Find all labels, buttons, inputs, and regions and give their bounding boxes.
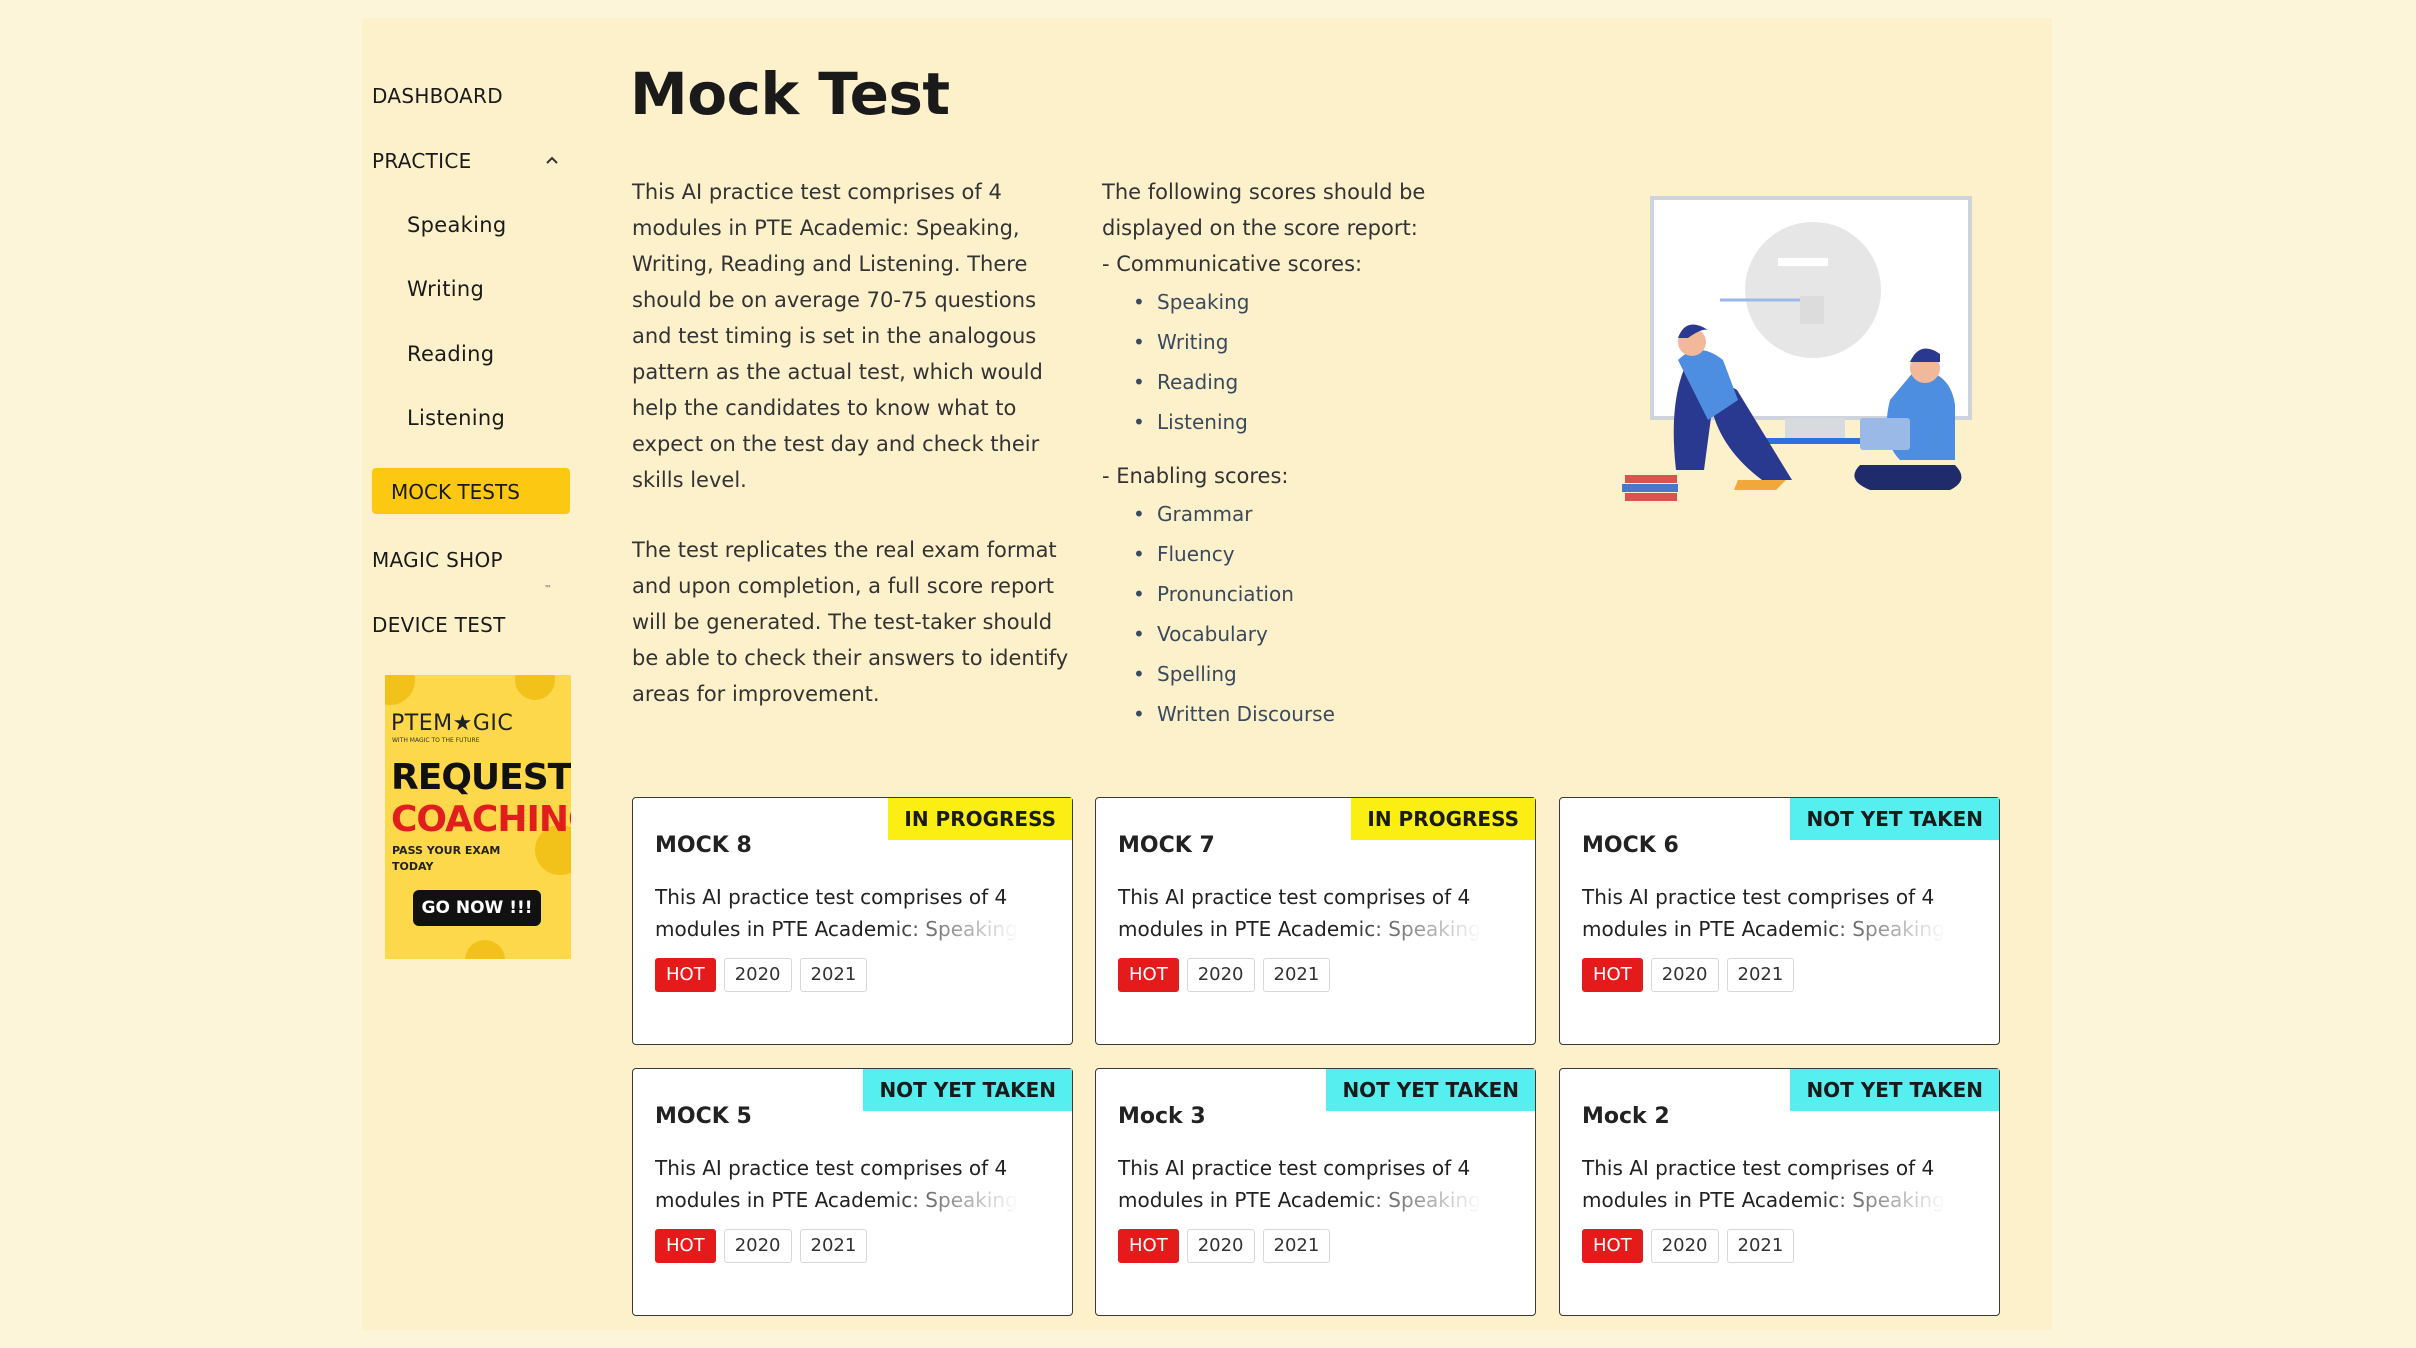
card-title[interactable]: MOCK 6 [1582,833,1679,858]
tag-hot: HOT [1118,958,1179,992]
card-title[interactable]: Mock 2 [1582,1104,1670,1129]
ad-headline-1: REQUEST [391,757,571,798]
intro-paragraph: This AI practice test comprises of 4 mod… [632,180,1043,492]
tag-year: 2021 [1262,958,1331,992]
mock-card[interactable]: IN PROGRESS MOCK 7 This AI practice test… [1095,797,1536,1045]
ad-logo: PTEM★GIC [391,711,514,736]
status-badge: NOT YET TAKEN [1790,1069,1999,1111]
tag-year: 2021 [799,958,868,992]
tag-list: HOT 2020 2021 [655,1229,875,1263]
mock-card[interactable]: NOT YET TAKEN Mock 2 This AI practice te… [1559,1068,2000,1316]
tag-year: 2020 [1650,1229,1719,1263]
tag-list: HOT 2020 2021 [1118,1229,1338,1263]
tag-hot: HOT [1582,1229,1643,1263]
ad-headline-2: COACHING [391,799,571,840]
star-icon: ★ [452,711,473,736]
coaching-ad-banner[interactable]: PTEM★GIC WITH MAGIC TO THE FUTURE REQUES… [385,675,571,959]
tag-hot: HOT [655,958,716,992]
tag-year: 2021 [1726,1229,1795,1263]
tag-list: HOT 2020 2021 [1582,958,1802,992]
nav-practice-speaking[interactable]: Speaking [407,213,506,237]
communicative-list: Speaking Writing Reading Listening [1102,282,1522,442]
trademark-mark: ™ [544,584,552,593]
scores-intro: The following scores should be displayed… [1102,180,1426,240]
text-fade [1346,913,1496,947]
text-fade [1346,1184,1496,1218]
text-fade [1810,1184,1960,1218]
status-badge: NOT YET TAKEN [863,1069,1072,1111]
tag-list: HOT 2020 2021 [655,958,875,992]
list-item: Fluency [1133,534,1522,574]
mock-card[interactable]: NOT YET TAKEN Mock 3 This AI practice te… [1095,1068,1536,1316]
nav-mock-tests[interactable]: MOCK TESTS [372,468,570,514]
text-fade [883,1184,1033,1218]
mock-card[interactable]: IN PROGRESS MOCK 8 This AI practice test… [632,797,1073,1045]
nav-practice-reading[interactable]: Reading [407,342,494,366]
ad-decor-dot [385,675,415,705]
tag-hot: HOT [1582,958,1643,992]
status-badge: NOT YET TAKEN [1790,798,1999,840]
scores-section: The following scores should be displayed… [1102,174,1522,734]
mock-card[interactable]: NOT YET TAKEN MOCK 5 This AI practice te… [632,1068,1073,1316]
tag-list: HOT 2020 2021 [1582,1229,1802,1263]
tag-year: 2020 [723,958,792,992]
status-badge: IN PROGRESS [1351,798,1535,840]
ad-tagline: WITH MAGIC TO THE FUTURE [392,737,480,744]
nav-practice-listening[interactable]: Listening [407,406,505,430]
list-item: Pronunciation [1133,574,1522,614]
card-title[interactable]: MOCK 7 [1118,833,1215,858]
status-badge: NOT YET TAKEN [1326,1069,1535,1111]
card-title[interactable]: MOCK 5 [655,1104,752,1129]
chevron-up-icon[interactable] [544,152,560,168]
study-illustration [1622,196,1972,501]
list-item: Speaking [1133,282,1522,322]
list-item: Spelling [1133,654,1522,694]
card-title[interactable]: MOCK 8 [655,833,752,858]
text-fade [1810,913,1960,947]
tag-year: 2020 [1186,958,1255,992]
enabling-list: Grammar Fluency Pronunciation Vocabulary… [1102,494,1522,734]
card-title[interactable]: Mock 3 [1118,1104,1206,1129]
tag-year: 2021 [799,1229,868,1263]
tag-year: 2020 [723,1229,792,1263]
list-item: Reading [1133,362,1522,402]
list-item: Vocabulary [1133,614,1522,654]
ad-decor-dot [515,675,555,700]
list-item: Writing [1133,322,1522,362]
status-badge: IN PROGRESS [888,798,1072,840]
nav-magic-shop[interactable]: MAGIC SHOP [372,548,503,572]
tag-year: 2021 [1262,1229,1331,1263]
tag-year: 2021 [1726,958,1795,992]
nav-practice-writing[interactable]: Writing [407,277,484,301]
tag-year: 2020 [1186,1229,1255,1263]
tag-year: 2020 [1650,958,1719,992]
nav-dashboard[interactable]: DASHBOARD [372,84,503,108]
list-item: Grammar [1133,494,1522,534]
report-paragraph: The test replicates the real exam format… [632,538,1069,706]
nav-device-test[interactable]: DEVICE TEST [372,613,506,637]
tag-list: HOT 2020 2021 [1118,958,1338,992]
ad-decor-dot [465,940,505,959]
list-item: Listening [1133,402,1522,442]
list-item: Written Discourse [1133,694,1522,734]
mock-card[interactable]: NOT YET TAKEN MOCK 6 This AI practice te… [1559,797,2000,1045]
communicative-heading: - Communicative scores: [1102,252,1363,276]
ad-subline: PASS YOUR EXAM TODAY [392,844,501,873]
enabling-heading: - Enabling scores: [1102,464,1289,488]
tag-hot: HOT [655,1229,716,1263]
text-fade [883,913,1033,947]
tag-hot: HOT [1118,1229,1179,1263]
page-title: Mock Test [630,60,950,128]
nav-practice[interactable]: PRACTICE [372,149,472,173]
ad-go-button[interactable]: GO NOW !!! [413,890,541,926]
